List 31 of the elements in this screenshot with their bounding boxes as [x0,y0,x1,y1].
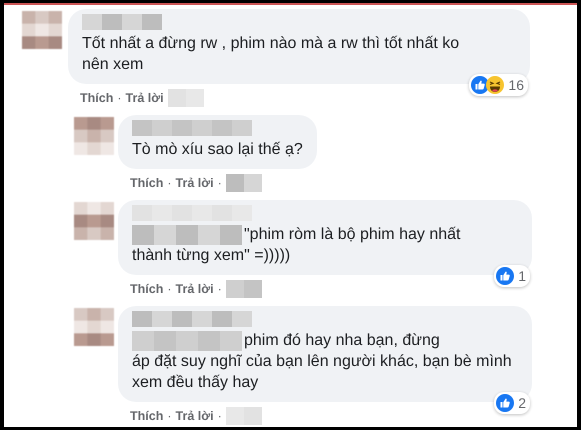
like-link[interactable]: Thích [80,91,114,105]
comment-text: "phim ròm là bộ phim hay nhất [244,225,460,245]
comment-text: áp đặt suy nghĩ của bạn lên người khác, bạn bè mình xem đều thấy hay [132,352,513,393]
like-link[interactable]: Thích [130,409,164,423]
avatar [74,117,114,155]
separator: · [167,409,172,423]
like-link[interactable]: Thích [130,282,164,296]
separator: · [117,91,122,105]
pixelated-time [226,407,262,425]
pixelated-time [226,174,262,192]
separator: · [167,176,172,190]
separator: · [167,282,172,296]
comment-text: phim đó hay nha bạn, đừng [244,331,440,351]
avatar [74,202,114,240]
separator: · [218,409,222,423]
comment-text: Tò mò xíu sao lại thế ạ? [132,140,303,160]
reply-link[interactable]: Trả lời [126,91,164,105]
avatar [74,308,114,346]
reaction-count: 1 [494,265,530,287]
reply-link[interactable]: Trả lời [176,409,214,423]
avatar [22,11,62,49]
reaction-count: 16 [469,74,528,96]
separator: · [218,282,222,296]
comment-text: thành từng xem" =))))) [132,246,292,266]
like-link[interactable]: Thích [130,176,164,190]
reaction-count: 2 [494,392,530,414]
pixelated-time [226,280,262,298]
comment-text: Tốt nhất a đừng rw , phim nào mà a rw thì tốt nhất ko nên xem [82,34,460,75]
reply-link[interactable]: Trả lời [176,176,214,190]
separator: · [218,176,222,190]
reply-link[interactable]: Trả lời [176,282,214,296]
